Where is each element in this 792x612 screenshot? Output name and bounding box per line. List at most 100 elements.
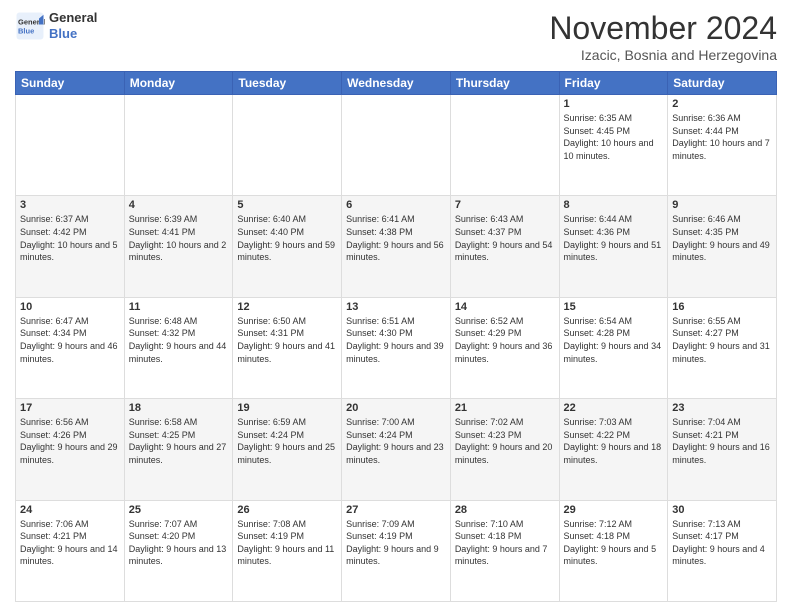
calendar-cell: 7 Sunrise: 6:43 AM Sunset: 4:37 PM Daylig… bbox=[450, 196, 559, 297]
day-info: Sunrise: 6:55 AM Sunset: 4:27 PM Dayligh… bbox=[672, 315, 772, 365]
weekday-header: Tuesday bbox=[233, 72, 342, 95]
day-number: 16 bbox=[672, 301, 772, 313]
day-info: Sunrise: 7:03 AM Sunset: 4:22 PM Dayligh… bbox=[564, 416, 664, 466]
calendar-cell: 13 Sunrise: 6:51 AM Sunset: 4:30 PM Dayli… bbox=[342, 297, 451, 398]
weekday-header: Saturday bbox=[668, 72, 777, 95]
day-number: 9 bbox=[672, 199, 772, 211]
day-number: 13 bbox=[346, 301, 446, 313]
calendar-week-row: 17 Sunrise: 6:56 AM Sunset: 4:26 PM Dayli… bbox=[16, 399, 777, 500]
calendar-cell bbox=[233, 95, 342, 196]
day-info: Sunrise: 6:50 AM Sunset: 4:31 PM Dayligh… bbox=[237, 315, 337, 365]
day-number: 20 bbox=[346, 402, 446, 414]
day-info: Sunrise: 7:12 AM Sunset: 4:18 PM Dayligh… bbox=[564, 518, 664, 568]
calendar-week-row: 3Sunrise: 6:37 AM Sunset: 4:42 PM Daylig… bbox=[16, 196, 777, 297]
calendar-cell: 6 Sunrise: 6:41 AM Sunset: 4:38 PM Daylig… bbox=[342, 196, 451, 297]
calendar-cell: 27Sunrise: 7:09 AM Sunset: 4:19 PM Dayli… bbox=[342, 500, 451, 601]
weekday-header: Friday bbox=[559, 72, 668, 95]
calendar-cell: 9 Sunrise: 6:46 AM Sunset: 4:35 PM Daylig… bbox=[668, 196, 777, 297]
day-number: 18 bbox=[129, 402, 229, 414]
day-number: 28 bbox=[455, 504, 555, 516]
day-number: 19 bbox=[237, 402, 337, 414]
day-info: Sunrise: 6:36 AM Sunset: 4:44 PM Dayligh… bbox=[672, 112, 772, 162]
calendar-cell: 1Sunrise: 6:35 AM Sunset: 4:45 PM Daylig… bbox=[559, 95, 668, 196]
calendar-cell: 21 Sunrise: 7:02 AM Sunset: 4:23 PM Dayli… bbox=[450, 399, 559, 500]
calendar-cell: 15 Sunrise: 6:54 AM Sunset: 4:28 PM Dayli… bbox=[559, 297, 668, 398]
day-info: Sunrise: 6:47 AM Sunset: 4:34 PM Dayligh… bbox=[20, 315, 120, 365]
calendar-cell: 25 Sunrise: 7:07 AM Sunset: 4:20 PM Dayli… bbox=[124, 500, 233, 601]
day-number: 15 bbox=[564, 301, 664, 313]
day-info: Sunrise: 6:40 AM Sunset: 4:40 PM Dayligh… bbox=[237, 213, 337, 263]
calendar-header-row: SundayMondayTuesdayWednesdayThursdayFrid… bbox=[16, 72, 777, 95]
calendar-cell: 23Sunrise: 7:04 AM Sunset: 4:21 PM Dayli… bbox=[668, 399, 777, 500]
calendar-cell: 28 Sunrise: 7:10 AM Sunset: 4:18 PM Dayli… bbox=[450, 500, 559, 601]
calendar-cell: 16 Sunrise: 6:55 AM Sunset: 4:27 PM Dayli… bbox=[668, 297, 777, 398]
day-number: 8 bbox=[564, 199, 664, 211]
day-number: 14 bbox=[455, 301, 555, 313]
day-info: Sunrise: 6:35 AM Sunset: 4:45 PM Dayligh… bbox=[564, 112, 664, 162]
day-number: 21 bbox=[455, 402, 555, 414]
day-info: Sunrise: 6:56 AM Sunset: 4:26 PM Dayligh… bbox=[20, 416, 120, 466]
day-number: 30 bbox=[672, 504, 772, 516]
day-info: Sunrise: 6:54 AM Sunset: 4:28 PM Dayligh… bbox=[564, 315, 664, 365]
page: General Blue General Blue November 2024 … bbox=[0, 0, 792, 612]
day-number: 7 bbox=[455, 199, 555, 211]
day-info: Sunrise: 7:13 AM Sunset: 4:17 PM Dayligh… bbox=[672, 518, 772, 568]
day-info: Sunrise: 6:58 AM Sunset: 4:25 PM Dayligh… bbox=[129, 416, 229, 466]
calendar-cell: 8 Sunrise: 6:44 AM Sunset: 4:36 PM Daylig… bbox=[559, 196, 668, 297]
logo: General Blue General Blue bbox=[15, 10, 97, 41]
day-number: 5 bbox=[237, 199, 337, 211]
calendar-cell: 4Sunrise: 6:39 AM Sunset: 4:41 PM Daylig… bbox=[124, 196, 233, 297]
logo-general: General bbox=[49, 10, 97, 26]
day-number: 6 bbox=[346, 199, 446, 211]
day-number: 29 bbox=[564, 504, 664, 516]
day-number: 12 bbox=[237, 301, 337, 313]
weekday-header: Monday bbox=[124, 72, 233, 95]
day-info: Sunrise: 7:02 AM Sunset: 4:23 PM Dayligh… bbox=[455, 416, 555, 466]
location-subtitle: Izacic, Bosnia and Herzegovina bbox=[549, 47, 777, 63]
calendar-cell: 12 Sunrise: 6:50 AM Sunset: 4:31 PM Dayli… bbox=[233, 297, 342, 398]
calendar-week-row: 10 Sunrise: 6:47 AM Sunset: 4:34 PM Dayli… bbox=[16, 297, 777, 398]
calendar-cell: 29 Sunrise: 7:12 AM Sunset: 4:18 PM Dayli… bbox=[559, 500, 668, 601]
calendar-cell: 5 Sunrise: 6:40 AM Sunset: 4:40 PM Daylig… bbox=[233, 196, 342, 297]
day-number: 17 bbox=[20, 402, 120, 414]
weekday-header: Wednesday bbox=[342, 72, 451, 95]
day-info: Sunrise: 6:41 AM Sunset: 4:38 PM Dayligh… bbox=[346, 213, 446, 263]
day-info: Sunrise: 7:08 AM Sunset: 4:19 PM Dayligh… bbox=[237, 518, 337, 568]
day-number: 25 bbox=[129, 504, 229, 516]
weekday-header: Thursday bbox=[450, 72, 559, 95]
calendar-cell bbox=[16, 95, 125, 196]
calendar-cell: 26Sunrise: 7:08 AM Sunset: 4:19 PM Dayli… bbox=[233, 500, 342, 601]
calendar-table: SundayMondayTuesdayWednesdayThursdayFrid… bbox=[15, 71, 777, 602]
day-number: 11 bbox=[129, 301, 229, 313]
day-info: Sunrise: 7:09 AM Sunset: 4:19 PM Dayligh… bbox=[346, 518, 446, 568]
calendar-cell: 17 Sunrise: 6:56 AM Sunset: 4:26 PM Dayli… bbox=[16, 399, 125, 500]
day-info: Sunrise: 6:51 AM Sunset: 4:30 PM Dayligh… bbox=[346, 315, 446, 365]
logo-blue: Blue bbox=[49, 26, 97, 42]
day-info: Sunrise: 6:46 AM Sunset: 4:35 PM Dayligh… bbox=[672, 213, 772, 263]
day-info: Sunrise: 6:43 AM Sunset: 4:37 PM Dayligh… bbox=[455, 213, 555, 263]
calendar-cell: 24 Sunrise: 7:06 AM Sunset: 4:21 PM Dayli… bbox=[16, 500, 125, 601]
header: General Blue General Blue November 2024 … bbox=[15, 10, 777, 63]
day-number: 2 bbox=[672, 98, 772, 110]
calendar-cell: 20 Sunrise: 7:00 AM Sunset: 4:24 PM Dayli… bbox=[342, 399, 451, 500]
day-info: Sunrise: 7:06 AM Sunset: 4:21 PM Dayligh… bbox=[20, 518, 120, 568]
day-info: Sunrise: 6:37 AM Sunset: 4:42 PM Dayligh… bbox=[20, 213, 120, 263]
calendar-cell: 18 Sunrise: 6:58 AM Sunset: 4:25 PM Dayli… bbox=[124, 399, 233, 500]
svg-text:Blue: Blue bbox=[18, 26, 34, 35]
calendar-cell: 14 Sunrise: 6:52 AM Sunset: 4:29 PM Dayli… bbox=[450, 297, 559, 398]
calendar-cell: 10 Sunrise: 6:47 AM Sunset: 4:34 PM Dayli… bbox=[16, 297, 125, 398]
calendar-cell bbox=[450, 95, 559, 196]
calendar-cell: 11 Sunrise: 6:48 AM Sunset: 4:32 PM Dayli… bbox=[124, 297, 233, 398]
day-info: Sunrise: 7:10 AM Sunset: 4:18 PM Dayligh… bbox=[455, 518, 555, 568]
calendar-cell: 2 Sunrise: 6:36 AM Sunset: 4:44 PM Daylig… bbox=[668, 95, 777, 196]
calendar-week-row: 1Sunrise: 6:35 AM Sunset: 4:45 PM Daylig… bbox=[16, 95, 777, 196]
day-number: 10 bbox=[20, 301, 120, 313]
day-info: Sunrise: 6:48 AM Sunset: 4:32 PM Dayligh… bbox=[129, 315, 229, 365]
weekday-header: Sunday bbox=[16, 72, 125, 95]
day-info: Sunrise: 7:07 AM Sunset: 4:20 PM Dayligh… bbox=[129, 518, 229, 568]
day-info: Sunrise: 6:44 AM Sunset: 4:36 PM Dayligh… bbox=[564, 213, 664, 263]
day-info: Sunrise: 6:52 AM Sunset: 4:29 PM Dayligh… bbox=[455, 315, 555, 365]
day-info: Sunrise: 7:00 AM Sunset: 4:24 PM Dayligh… bbox=[346, 416, 446, 466]
day-number: 23 bbox=[672, 402, 772, 414]
day-number: 24 bbox=[20, 504, 120, 516]
